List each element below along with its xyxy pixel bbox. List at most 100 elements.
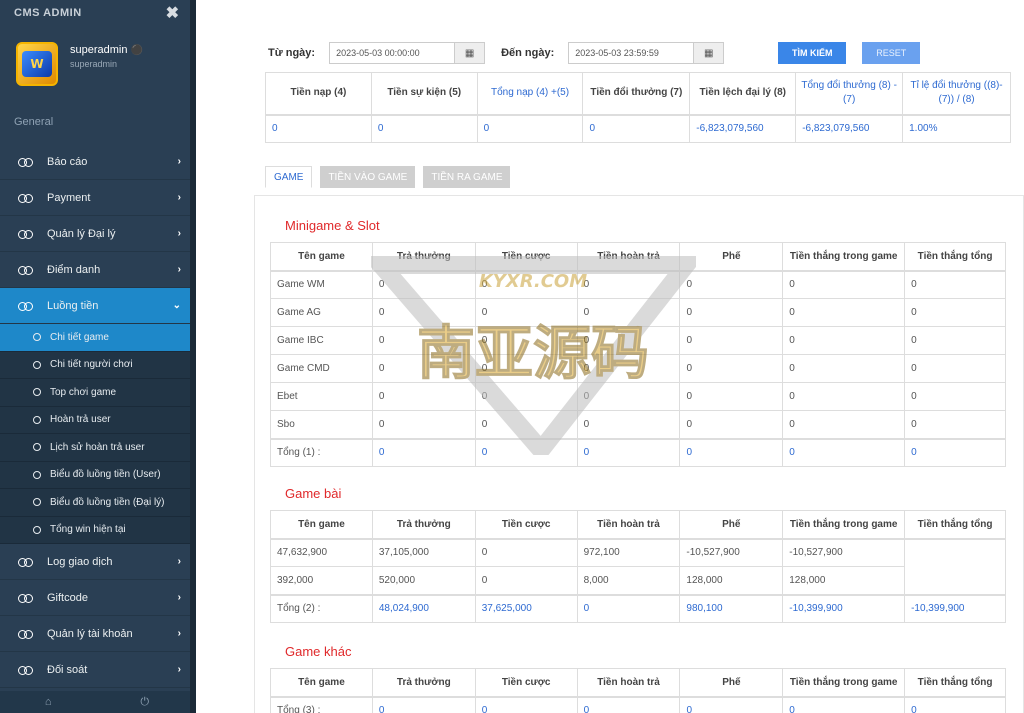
total-row: Tổng (1) :000000: [270, 438, 1006, 467]
table-cell: 520,000: [371, 566, 476, 595]
to-date-input[interactable]: 2023-05-03 23:59:59 ▦: [568, 42, 725, 64]
summary-header: Tiền nạp (4): [265, 72, 372, 115]
search-button[interactable]: TÌM KIẾM: [778, 42, 847, 64]
table-row: 392,000 520,000 0 8,000 128,000 128,000: [270, 566, 1006, 595]
tab-tien-ra-game[interactable]: TIỀN RA GAME: [423, 166, 511, 188]
table-cell: 0: [474, 354, 578, 383]
table-cell: 0: [474, 696, 578, 713]
submenu-item-lich-su-hoan-tra[interactable]: Lịch sử hoàn trả user: [0, 434, 193, 462]
logo-icon: W: [22, 51, 52, 77]
menu-icon: [18, 265, 33, 275]
table-row: 47,632,900 37,105,000 0 972,100 -10,527,900-…: [270, 538, 1006, 595]
chevron-down-icon: ⌄: [172, 300, 181, 311]
table-cell: 0: [679, 326, 784, 355]
menu-icon: [18, 157, 33, 167]
table-cell: 0: [576, 594, 681, 623]
profile-sub: superadmin: [70, 59, 118, 69]
menu-icon: [18, 665, 33, 675]
table-cell: 0: [782, 382, 906, 411]
menu-item-payment[interactable]: Payment ›: [0, 180, 193, 216]
submenu-item-bieu-do-user[interactable]: Biểu đồ luồng tiền (User): [0, 462, 193, 489]
menu-item-quan-ly-dai-ly[interactable]: Quản lý Đại lý ›: [0, 216, 193, 252]
table-cell: 0: [474, 438, 578, 467]
menu-icon: [18, 593, 33, 603]
submenu-item-chi-tiet-game[interactable]: Chi tiết game: [0, 324, 193, 352]
table-cell: 0: [474, 270, 578, 299]
game-bai-table: Tên game Trả thưởng Tiền cược Tiền hoàn …: [270, 510, 1006, 623]
circle-icon: [33, 388, 41, 397]
chevron-right-icon: ›: [177, 592, 181, 603]
table-cell: 0: [782, 696, 906, 713]
table-cell: 0: [679, 382, 784, 411]
table-row: Game WM 0 0 0 0 0 0: [270, 270, 1006, 299]
reset-button[interactable]: RESET: [862, 42, 921, 64]
table-cell: Tổng (2) :: [270, 594, 373, 623]
submenu-item-bieu-do-dai-ly[interactable]: Biểu đồ luồng tiền (Đại lý): [0, 489, 193, 517]
total-row: Tổng (2) :48,024,900 37,625,000 0 980,100 -1…: [270, 594, 1006, 623]
tab-game[interactable]: GAME: [265, 166, 313, 188]
table-cell: 0: [576, 696, 681, 713]
table-cell: 0: [371, 270, 476, 299]
menu-item-luong-tien[interactable]: Luồng tiền ⌄: [0, 288, 193, 324]
close-icon[interactable]: ✖: [166, 3, 179, 23]
power-icon[interactable]: ⏻: [97, 691, 194, 713]
table-cell: 0: [576, 438, 681, 467]
menu-item-giftcode[interactable]: Giftcode ›: [0, 580, 193, 616]
table-cell: 0: [474, 382, 578, 411]
table-cell: 0: [679, 438, 784, 467]
table-cell: 0: [371, 438, 476, 467]
table-cell: 980,100: [679, 594, 784, 623]
tab-bar: GAME TIỀN VÀO GAME TIỀN RA GAME: [265, 166, 518, 188]
submenu-item-tong-win[interactable]: Tổng win hiện tại: [0, 517, 193, 544]
profile-name: superadmin: [70, 44, 128, 56]
menu-item-doi-soat[interactable]: Đối soát ›: [0, 652, 193, 688]
menu-top: Báo cáo › Payment › Quản lý Đại lý › Điểm d…: [0, 144, 193, 324]
table-row: Ebet 0 0 0 0 0 0: [270, 382, 1006, 411]
table-cell: 48,024,900: [371, 594, 476, 623]
from-date-input[interactable]: 2023-05-03 00:00:00 ▦: [329, 42, 486, 64]
table-cell: 972,100: [576, 538, 681, 567]
table-cell: 0: [679, 354, 784, 383]
menu-item-diem-danh[interactable]: Điểm danh ›: [0, 252, 193, 288]
submenu-item-hoan-tra-user[interactable]: Hoàn trả user: [0, 407, 193, 434]
menu-item-log-giao-dich[interactable]: Log giao dịch ›: [0, 544, 193, 580]
chevron-right-icon: ›: [177, 664, 181, 675]
table-cell: Game WM: [270, 270, 373, 299]
table-cell: 0: [782, 438, 906, 467]
chevron-right-icon: ›: [177, 228, 181, 239]
table-cell: 0: [371, 410, 476, 439]
menu-item-quan-ly-tai-khoan[interactable]: Quản lý tài khoản ›: [0, 616, 193, 652]
tab-tien-vao-game[interactable]: TIỀN VÀO GAME: [320, 166, 416, 188]
circle-icon: [33, 360, 41, 369]
circle-icon: [33, 443, 41, 452]
table-cell: 0: [782, 270, 906, 299]
table-cell: 0: [371, 298, 476, 327]
date-filter: Từ ngày: 2023-05-03 00:00:00 ▦ Đến ngày:…: [268, 42, 921, 64]
menu-icon: [18, 557, 33, 567]
chevron-right-icon: ›: [177, 264, 181, 275]
table-cell: 0: [576, 298, 681, 327]
calendar-icon[interactable]: ▦: [693, 43, 724, 63]
menu-icon: [18, 229, 33, 239]
table-cell: Ebet: [270, 382, 373, 411]
summary-cell: 0: [265, 114, 372, 143]
calendar-icon[interactable]: ▦: [454, 43, 485, 63]
summary-header: Tổng đổi thưởng (8) - (7): [795, 72, 904, 115]
section-title: General: [14, 116, 54, 128]
table-cell: 0: [474, 298, 578, 327]
table-cell: 0: [904, 410, 1006, 439]
home-icon[interactable]: ⌂: [0, 691, 97, 713]
from-label: Từ ngày:: [268, 47, 316, 59]
table-cell: -10,527,900: [782, 538, 906, 567]
table-cell: 0: [679, 298, 784, 327]
submenu-item-chi-tiet-nguoi-choi[interactable]: Chi tiết người chơi: [0, 352, 193, 379]
menu-item-bao-cao[interactable]: Báo cáo ›: [0, 144, 193, 180]
table-cell: 0: [474, 326, 578, 355]
table-cell: 0: [576, 354, 681, 383]
game-khac-table: Tên game Trả thưởng Tiền cược Tiền hoàn …: [270, 668, 1006, 713]
submenu-item-top-choi-game[interactable]: Top chơi game: [0, 379, 193, 407]
table-cell: 0: [474, 538, 578, 567]
summary-cell: 1.00%: [902, 114, 1011, 143]
table-cell: 0: [904, 326, 1006, 355]
sidebar-brand: CMS ADMIN ✖: [0, 0, 193, 26]
